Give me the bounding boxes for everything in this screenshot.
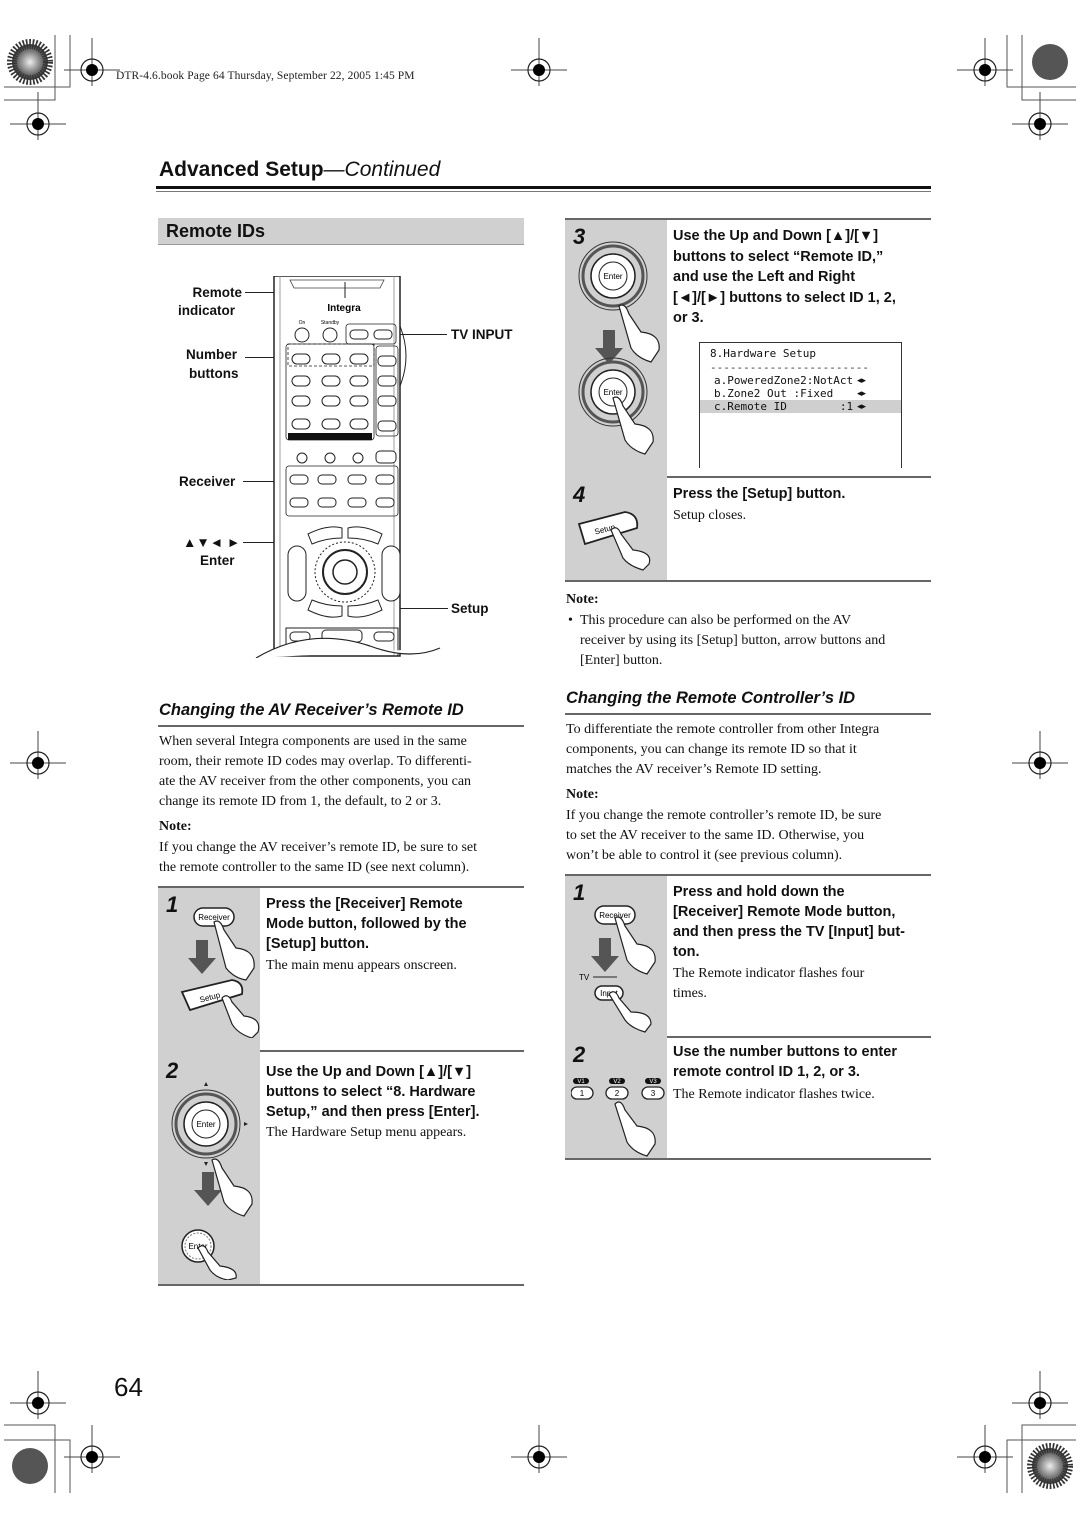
- hand-pointer-icon: [608, 991, 652, 1033]
- callout-number: Number: [186, 347, 238, 362]
- svg-text:Enter: Enter: [603, 388, 622, 397]
- down-arrow-icon: [591, 938, 619, 972]
- callout-arrows: ▲▼◄ ►: [183, 535, 241, 550]
- hand-pointer-icon: [614, 1101, 656, 1157]
- section-heading: Remote IDs: [166, 221, 266, 241]
- subheading-remote-controller-id: Changing the Remote Controller’s ID: [566, 689, 856, 707]
- enter-nav-pad-illustration: Enter Enter: [168, 1082, 253, 1280]
- page-title-main: Advanced Setup: [159, 158, 324, 181]
- step-heading: Use the Up and Down [▲]/[▼] buttons to s…: [266, 1064, 480, 1120]
- note-label: Note:: [566, 787, 599, 802]
- left-right-arrows-icon: ◂▸: [857, 388, 867, 398]
- title-rule-thin: [156, 191, 931, 192]
- svg-text:Enter: Enter: [196, 1120, 215, 1129]
- starburst-icon: [1032, 44, 1068, 80]
- screen-divider: ------------------------: [710, 361, 869, 374]
- svg-text:Enter: Enter: [603, 272, 622, 281]
- press-receiver-then-input-illustration: Receiver TV Input: [579, 905, 656, 1033]
- step-heading: Press and hold down the [Receiver] Remot…: [673, 884, 905, 960]
- step-3-remote-id: 3 Enter Enter Use the Up and Down [▲]/[▼…: [565, 218, 931, 478]
- screen-row-powered-zone2: a.PoweredZone2:NotAct: [714, 374, 854, 387]
- hand-pointer-icon: [211, 1158, 253, 1217]
- svg-text:On: On: [299, 320, 306, 326]
- step-heading: Use the number buttons to enter remote c…: [673, 1044, 897, 1080]
- note-bullet: •: [568, 613, 573, 628]
- callout-receiver: Receiver: [179, 474, 236, 489]
- section-heading-box: Remote IDs: [158, 218, 524, 245]
- note-text: If you change the remote controller’s re…: [566, 808, 882, 863]
- starburst-icon: [12, 1448, 48, 1484]
- callout-remote-indicator: Remote: [192, 285, 242, 300]
- starburst-icon: [1027, 1443, 1073, 1489]
- subheading-rule: [158, 725, 524, 727]
- left-right-arrows-icon: ◂▸: [857, 401, 867, 411]
- down-arrow-icon: [188, 940, 216, 974]
- callout-setup: Setup: [451, 601, 489, 616]
- svg-text:2: 2: [615, 1089, 620, 1098]
- svg-text:V2: V2: [613, 1079, 621, 1085]
- step-description: The Hardware Setup menu appears.: [266, 1125, 467, 1140]
- step-2-number-buttons: 2 V1 V2 V3 1 2 3 Use the number buttons …: [565, 1036, 931, 1160]
- step-2-hardware-setup: 2 Enter Enter Use the Up and Down [▲]/[▼…: [158, 1050, 524, 1286]
- starburst-icon: [7, 39, 53, 85]
- intro-paragraph: To differentiate the remote controller f…: [566, 722, 880, 777]
- subheading-av-receiver-id: Changing the AV Receiver’s Remote ID: [159, 701, 464, 719]
- intro-paragraph: When several Integra components are used…: [159, 734, 472, 809]
- press-setup-illustration: Setup: [577, 511, 651, 571]
- step-description: The Remote indicator flashes four times.: [673, 966, 865, 1001]
- step-number: 4: [573, 482, 586, 507]
- note-text: If you change the AV receiver’s remote I…: [159, 840, 478, 875]
- callout-enter: Enter: [200, 553, 235, 568]
- svg-text:Standby: Standby: [321, 320, 340, 326]
- step-description: The main menu appears onscreen.: [266, 958, 457, 973]
- callout-remote-indicator-2: indicator: [178, 303, 236, 318]
- step-heading: Use the Up and Down [▲]/[▼] buttons to s…: [673, 228, 896, 326]
- note-label: Note:: [159, 819, 192, 834]
- svg-text:3: 3: [651, 1089, 656, 1098]
- number-buttons-illustration: V1 V2 V3 1 2 3: [571, 1078, 665, 1157]
- title-rule: [156, 186, 931, 189]
- svg-text:1: 1: [580, 1089, 585, 1098]
- hand-pointer-icon: [614, 916, 656, 975]
- book-info-line: DTR-4.6.book Page 64 Thursday, September…: [116, 70, 415, 82]
- step-description: Setup closes.: [673, 508, 747, 523]
- page-title: Advanced Setup—Continued: [159, 158, 440, 182]
- remote-control-illustration: Integra On Standby: [250, 276, 450, 676]
- receiver-button-label: Receiver: [198, 913, 230, 922]
- step-heading: Press the [Receiver] Remote Mode button,…: [266, 896, 467, 952]
- step-4-setup-close: 4 Setup Press the [Setup] button. Setup …: [565, 476, 931, 582]
- step-description: The Remote indicator flashes twice.: [673, 1087, 875, 1102]
- nav-pad-up-down-illustration: Enter Enter: [578, 241, 660, 455]
- step-1-receiver: 1 Receiver Setup Press the [Receiver] Re…: [158, 886, 524, 1052]
- hand-pointer-icon: [213, 920, 255, 981]
- screen-title: 8.Hardware Setup: [710, 347, 816, 360]
- hand-pointer-icon: [197, 1245, 237, 1280]
- hand-pointer-icon: [221, 995, 260, 1038]
- screen-row-zone2-out: b.Zone2 Out :Fixed: [714, 387, 854, 400]
- svg-text:V1: V1: [577, 1079, 585, 1085]
- note-text: This procedure can also be performed on …: [580, 613, 886, 668]
- step-1-receiver-input: 1 Receiver TV Input Press and hold down …: [565, 874, 931, 1038]
- screen-row-remote-id: c.Remote ID :1: [714, 400, 854, 413]
- press-receiver-then-setup-illustration: Receiver Setup: [180, 907, 260, 1038]
- hand-pointer-icon: [618, 304, 660, 363]
- callout-buttons: buttons: [189, 366, 239, 381]
- note-label: Note:: [566, 592, 599, 607]
- left-right-arrows-icon: ◂▸: [857, 375, 867, 385]
- step-number: 2: [573, 1042, 586, 1067]
- step-heading: Press the [Setup] button.: [673, 486, 846, 502]
- page-title-suffix: —Continued: [323, 158, 441, 181]
- svg-text:V3: V3: [649, 1079, 657, 1085]
- hardware-setup-screen: 8.Hardware Setup -----------------------…: [699, 342, 902, 468]
- callout-tv-input: TV INPUT: [451, 327, 513, 342]
- page-number: 64: [114, 1372, 143, 1402]
- subheading-rule: [565, 713, 931, 715]
- brand-logo: Integra: [327, 303, 361, 314]
- tv-label: TV: [579, 973, 590, 982]
- hand-pointer-icon: [610, 527, 651, 571]
